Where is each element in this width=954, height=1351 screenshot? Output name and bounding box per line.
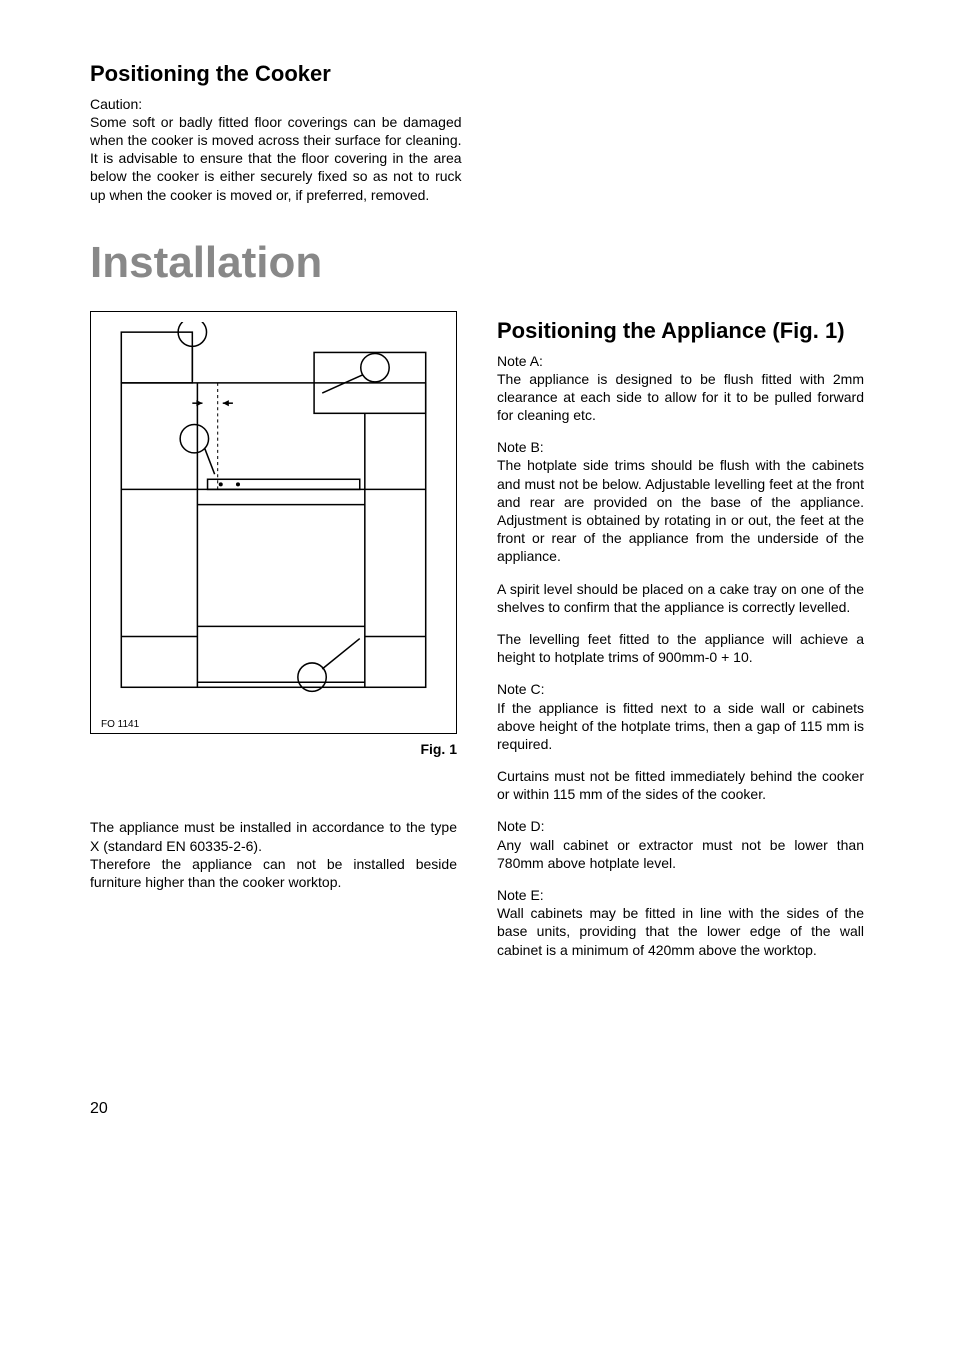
note-c-text-2: Curtains must not be fitted immediately … — [497, 767, 864, 803]
note-b-text-2: A spirit level should be placed on a cak… — [497, 580, 864, 616]
installation-diagram — [101, 322, 446, 708]
left-paragraph-1: The appliance must be installed in accor… — [90, 818, 457, 854]
heading-positioning-cooker: Positioning the Cooker — [90, 60, 864, 89]
heading-installation: Installation — [90, 234, 864, 291]
note-b-text-3: The levelling feet fitted to the applian… — [497, 630, 864, 666]
caution-label: Caution: — [90, 95, 864, 113]
figure-fo-label: FO 1141 — [101, 718, 446, 731]
note-d-label: Note D: — [497, 817, 864, 835]
caution-text: Some soft or badly fitted floor covering… — [90, 113, 462, 204]
note-c-label: Note C: — [497, 680, 864, 698]
note-b-text-1: The hotplate side trims should be flush … — [497, 456, 864, 565]
note-a-text: The appliance is designed to be flush fi… — [497, 370, 864, 425]
note-e-text: Wall cabinets may be fitted in line with… — [497, 904, 864, 959]
figure-caption: Fig. 1 — [90, 740, 457, 758]
figure-1: FO 1141 — [90, 311, 457, 734]
left-paragraph-2: Therefore the appliance can not be insta… — [90, 855, 457, 891]
note-c-text-1: If the appliance is fitted next to a sid… — [497, 699, 864, 754]
page-number: 20 — [90, 1099, 108, 1120]
note-a-label: Note A: — [497, 352, 864, 370]
note-d-text: Any wall cabinet or extractor must not b… — [497, 836, 864, 872]
note-e-label: Note E: — [497, 886, 864, 904]
heading-positioning-appliance: Positioning the Appliance (Fig. 1) — [497, 317, 864, 346]
note-b-label: Note B: — [497, 438, 864, 456]
